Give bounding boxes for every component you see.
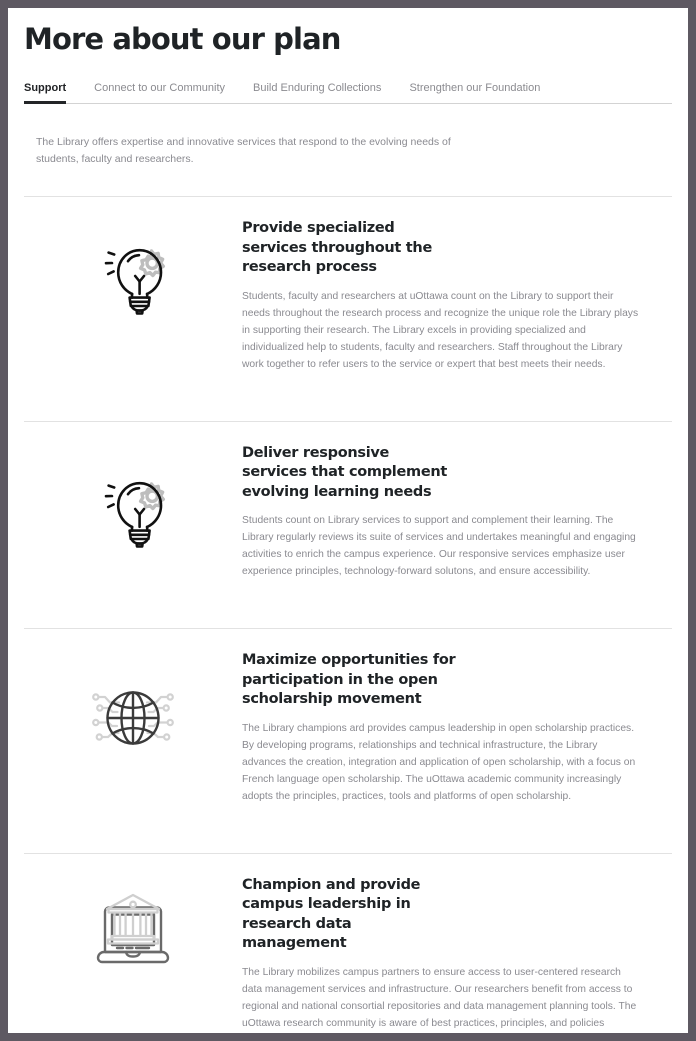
icon-cell	[24, 651, 242, 761]
tab-build-enduring-collections[interactable]: Build Enduring Collections	[253, 81, 381, 104]
section-body: Students, faculty and researchers at uOt…	[242, 290, 639, 370]
text-cell: Maximize opportunities for participation…	[242, 651, 672, 805]
section-heading: Maximize opportunities for participation…	[242, 652, 456, 707]
section-body: The Library champions ard provides campu…	[242, 722, 636, 802]
icon-cell	[24, 444, 242, 548]
globe-network-icon	[81, 677, 185, 761]
tab-connect-to-our-community[interactable]: Connect to our Community	[94, 81, 225, 104]
lightbulb-gear-icon	[81, 231, 185, 315]
section-heading: Deliver responsive services that complem…	[242, 444, 448, 500]
section-body: The Library mobilizes campus partners to…	[242, 966, 637, 1029]
page-frame: More about our plan Support Connect to o…	[8, 8, 688, 1033]
section-heading: Champion and provide campus leadership i…	[242, 876, 421, 952]
text-cell: Provide specialized services throughout …	[242, 219, 672, 373]
section-research-data-management: Champion and provide campus leadership i…	[8, 854, 688, 1034]
section-maximize-open-scholarship: Maximize opportunities for participation…	[8, 629, 688, 825]
section-body: Students count on Library services to su…	[242, 515, 636, 577]
section-provide-specialized-services: Provide specialized services throughout …	[8, 197, 688, 393]
text-cell: Champion and provide campus leadership i…	[242, 876, 672, 1034]
section-heading: Provide specialized services throughout …	[242, 220, 432, 275]
intro-text: The Library offers expertise and innovat…	[36, 136, 451, 165]
text-cell: Deliver responsive services that complem…	[242, 444, 672, 581]
lightbulb-gear-icon	[81, 464, 185, 548]
icon-cell	[24, 219, 242, 315]
tab-strengthen-our-foundation[interactable]: Strengthen our Foundation	[409, 81, 540, 104]
laptop-library-icon	[81, 888, 185, 972]
section-deliver-responsive-services: Deliver responsive services that complem…	[8, 422, 688, 601]
icon-cell	[24, 876, 242, 972]
tab-support[interactable]: Support	[24, 81, 67, 104]
page-title: More about our plan	[24, 22, 341, 56]
tab-bar: Support Connect to our Community Build E…	[8, 78, 688, 104]
